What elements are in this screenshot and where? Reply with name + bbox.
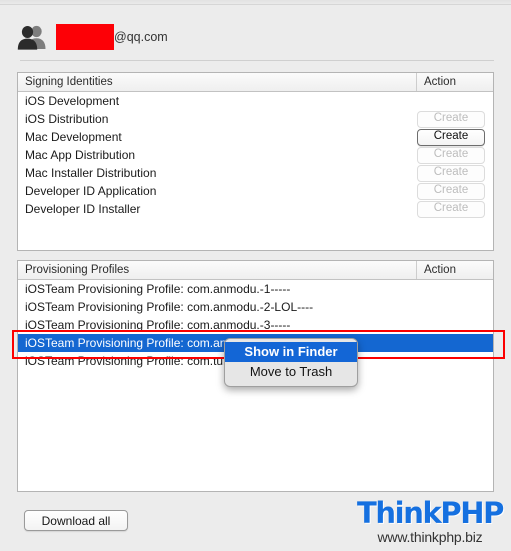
signing-identity-action-cell: Create <box>409 146 493 164</box>
context-menu-item[interactable]: Move to Trash <box>225 362 357 382</box>
context-menu-item[interactable]: Show in Finder <box>225 342 357 362</box>
header-divider <box>20 60 494 61</box>
redacted-account-name <box>56 24 114 50</box>
download-all-button[interactable]: Download all <box>24 510 128 531</box>
signing-identity-action-cell: Create <box>409 182 493 200</box>
signing-identity-name: Developer ID Installer <box>25 202 141 216</box>
people-icon <box>17 25 46 50</box>
create-certificate-button: Create <box>417 200 485 218</box>
signing-identity-row[interactable]: iOS Development <box>18 92 493 110</box>
provisioning-profile-action-cell <box>409 352 493 370</box>
provisioning-profile-action-cell <box>409 316 493 334</box>
account-header: @qq.com <box>17 18 494 56</box>
provisioning-profile-name: iOSTeam Provisioning Profile: com.anmodu… <box>25 318 291 332</box>
signing-identity-action-cell: Create <box>409 200 493 218</box>
signing-identity-row[interactable]: Developer ID Installer Create <box>18 200 493 218</box>
column-header-action: Action <box>424 76 456 88</box>
create-certificate-button: Create <box>417 110 485 128</box>
signing-identities-rows: iOS Development iOS Distribution Create Mac… <box>18 92 493 218</box>
provisioning-profile-action-cell <box>409 334 493 352</box>
create-certificate-button[interactable]: Create <box>417 128 485 146</box>
column-header-signing-identities: Signing Identities <box>18 73 417 91</box>
signing-identity-action-cell: Create <box>409 110 493 128</box>
signing-identity-row[interactable]: Mac Installer Distribution Create <box>18 164 493 182</box>
provisioning-profile-row[interactable]: iOSTeam Provisioning Profile: com.anmodu… <box>18 316 493 334</box>
column-header-action: Action <box>424 264 456 276</box>
provisioning-profile-action-cell <box>409 280 493 298</box>
provisioning-profile-name: iOSTeam Provisioning Profile: com.anmodu… <box>25 300 314 314</box>
developer-accounts-window: @qq.com Signing Identities Action iOS De… <box>0 0 511 551</box>
provisioning-profiles-table-header: Provisioning Profiles Action <box>18 261 493 280</box>
signing-identity-name: Mac Installer Distribution <box>25 166 157 180</box>
signing-identity-name: Developer ID Application <box>25 184 157 198</box>
create-certificate-button: Create <box>417 146 485 164</box>
context-menu[interactable]: Show in Finder Move to Trash <box>224 338 358 387</box>
signing-identity-row[interactable]: Mac App Distribution Create <box>18 146 493 164</box>
signing-identity-name: Mac Development <box>25 130 122 144</box>
signing-identities-table-header: Signing Identities Action <box>18 73 493 92</box>
signing-identity-name: iOS Distribution <box>25 112 109 126</box>
signing-identity-name: Mac App Distribution <box>25 148 136 162</box>
account-email-domain: @qq.com <box>114 29 168 44</box>
provisioning-profile-row[interactable]: iOSTeam Provisioning Profile: com.anmodu… <box>18 298 493 316</box>
provisioning-profile-name: iOSTeam Provisioning Profile: com.anmodu… <box>25 282 291 296</box>
thinkphp-watermark: ThinkPHP www.thinkphp.biz <box>355 498 505 546</box>
signing-identity-action-cell <box>409 92 493 110</box>
column-header-provisioning-profiles: Provisioning Profiles <box>18 261 417 279</box>
provisioning-profile-row[interactable]: iOSTeam Provisioning Profile: com.anmodu… <box>18 280 493 298</box>
provisioning-profile-action-cell <box>409 298 493 316</box>
signing-identity-name: iOS Development <box>25 94 120 108</box>
signing-identity-row[interactable]: iOS Distribution Create <box>18 110 493 128</box>
watermark-title: ThinkPHP <box>357 496 504 530</box>
signing-identity-action-cell: Create <box>409 164 493 182</box>
signing-identities-panel: Signing Identities Action iOS Developmen… <box>17 72 494 251</box>
window-top-edge <box>0 0 511 5</box>
create-certificate-button: Create <box>417 164 485 182</box>
signing-identity-row[interactable]: Mac Development Create <box>18 128 493 146</box>
signing-identity-row[interactable]: Developer ID Application Create <box>18 182 493 200</box>
signing-identity-action-cell: Create <box>409 128 493 146</box>
watermark-url: www.thinkphp.biz <box>377 529 483 545</box>
create-certificate-button: Create <box>417 182 485 200</box>
